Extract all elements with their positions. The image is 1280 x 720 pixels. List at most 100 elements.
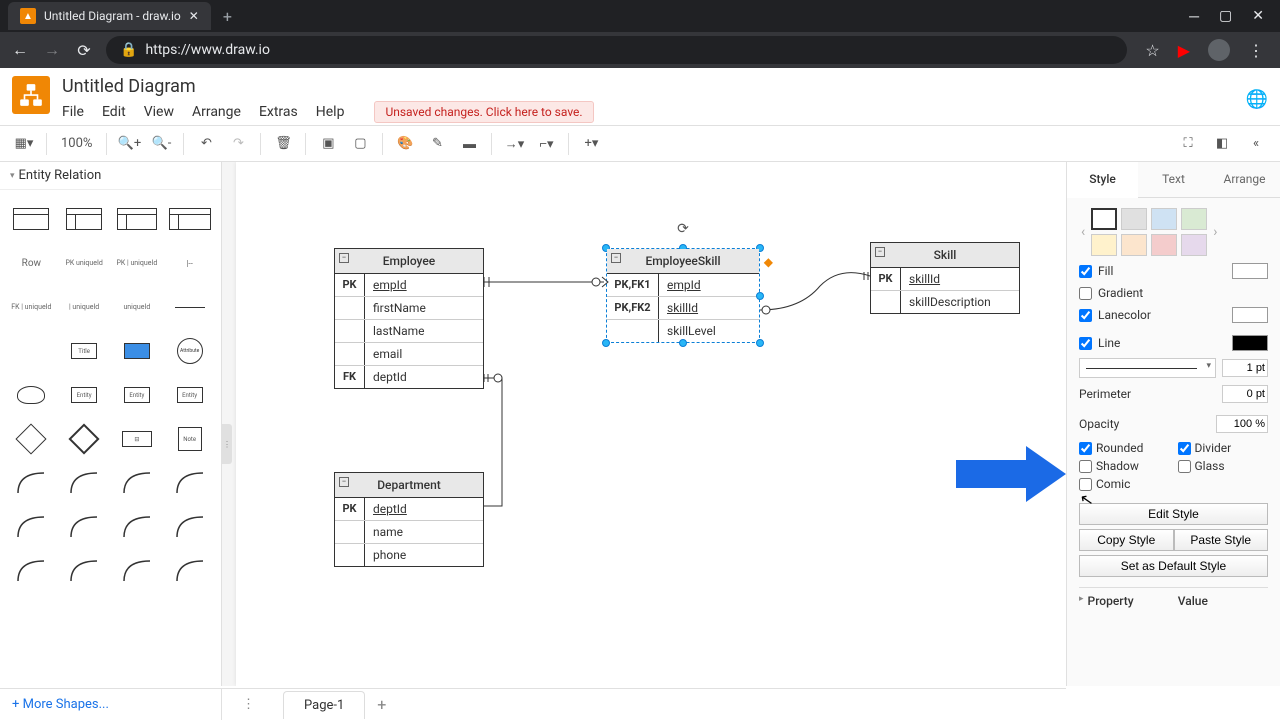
- shape-curve10[interactable]: [61, 552, 108, 590]
- browser-menu-icon[interactable]: ⋮: [1248, 41, 1264, 60]
- swatch-prev-icon[interactable]: ‹: [1079, 224, 1087, 240]
- set-default-style-button[interactable]: Set as Default Style: [1079, 555, 1268, 577]
- connection-icon[interactable]: →▾: [500, 130, 528, 158]
- shape-curve11[interactable]: [114, 552, 161, 590]
- menu-arrange[interactable]: Arrange: [192, 104, 241, 120]
- shape-row[interactable]: Row: [8, 244, 55, 282]
- zoom-level[interactable]: 100%: [55, 136, 98, 151]
- gradient-checkbox[interactable]: [1079, 287, 1092, 300]
- property-table-header[interactable]: Property Value: [1079, 587, 1268, 614]
- new-tab-button[interactable]: +: [211, 7, 244, 26]
- entity-skill[interactable]: −Skill PKskillId skillDescription: [870, 242, 1020, 314]
- shape-table[interactable]: [8, 200, 55, 238]
- shape-diamond2[interactable]: [61, 420, 108, 458]
- insert-icon[interactable]: +▾: [577, 130, 605, 158]
- shape-curve2[interactable]: [61, 464, 108, 502]
- swatch[interactable]: [1121, 234, 1147, 256]
- lanecolor-checkbox[interactable]: [1079, 309, 1092, 322]
- view-dropdown-icon[interactable]: ▦▾: [10, 130, 38, 158]
- shape-entity-box[interactable]: Entity: [61, 376, 108, 414]
- tab-close-icon[interactable]: ✕: [189, 9, 199, 23]
- resize-handle[interactable]: [602, 339, 610, 347]
- nav-back-icon[interactable]: ←: [10, 40, 30, 60]
- line-color-chip[interactable]: [1232, 335, 1268, 351]
- swatch[interactable]: [1121, 208, 1147, 230]
- tab-arrange[interactable]: Arrange: [1209, 162, 1280, 197]
- shape-curve6[interactable]: [61, 508, 108, 546]
- line-style-select[interactable]: [1079, 358, 1216, 378]
- shape-row-line[interactable]: | uniqueId: [61, 288, 108, 326]
- resize-handle[interactable]: [756, 339, 764, 347]
- glass-checkbox[interactable]: [1178, 460, 1191, 473]
- fullscreen-icon[interactable]: ⛶: [1174, 130, 1202, 158]
- zoom-in-icon[interactable]: 🔍+: [115, 130, 143, 158]
- line-checkbox[interactable]: [1079, 337, 1092, 350]
- sidebar-collapse-handle[interactable]: ⋮: [222, 424, 232, 464]
- opacity-input[interactable]: [1216, 415, 1268, 433]
- shape-box-split[interactable]: ⊟: [114, 420, 161, 458]
- shape-title-box[interactable]: Title: [61, 332, 108, 370]
- zoom-out-icon[interactable]: 🔍-: [147, 130, 175, 158]
- collapse-icon[interactable]: −: [611, 253, 621, 263]
- bookmark-star-icon[interactable]: ☆: [1145, 41, 1159, 60]
- shape-row-short[interactable]: |--: [166, 244, 213, 282]
- shape-row-key[interactable]: PK uniqueId: [61, 244, 108, 282]
- menu-extras[interactable]: Extras: [259, 104, 298, 120]
- shape-table-wide[interactable]: [166, 200, 213, 238]
- shape-title-blue[interactable]: [114, 332, 161, 370]
- entity-department[interactable]: −Department PKdeptId name phone: [334, 472, 484, 567]
- shape-curve8[interactable]: [166, 508, 213, 546]
- url-field[interactable]: 🔒 https://www.draw.io: [106, 36, 1127, 64]
- selection-add-icon[interactable]: ◆: [764, 255, 773, 269]
- shape-cloud[interactable]: [8, 376, 55, 414]
- collapse-icon[interactable]: −: [339, 253, 349, 263]
- sidebar-section-header[interactable]: Entity Relation: [0, 162, 221, 190]
- swatch[interactable]: [1091, 234, 1117, 256]
- shape-curve9[interactable]: [8, 552, 55, 590]
- resize-handle[interactable]: [679, 339, 687, 347]
- shape-curve5[interactable]: [8, 508, 55, 546]
- redo-icon[interactable]: ↷: [224, 130, 252, 158]
- document-title[interactable]: Untitled Diagram: [62, 76, 594, 97]
- fill-color-chip[interactable]: [1232, 263, 1268, 279]
- browser-tab[interactable]: ▲ Untitled Diagram - draw.io ✕: [8, 2, 211, 30]
- swatch[interactable]: [1181, 234, 1207, 256]
- profile-avatar[interactable]: [1208, 39, 1230, 61]
- swatch[interactable]: [1151, 208, 1177, 230]
- shape-diamond[interactable]: [8, 420, 55, 458]
- shape-row-fk[interactable]: FK | uniqueId: [8, 288, 55, 326]
- to-front-icon[interactable]: ▣: [314, 130, 342, 158]
- shadow-checkbox[interactable]: [1079, 460, 1092, 473]
- undo-icon[interactable]: ↶: [192, 130, 220, 158]
- tab-style[interactable]: Style: [1067, 162, 1138, 198]
- swatch[interactable]: [1151, 234, 1177, 256]
- shape-attribute-circle[interactable]: Attribute: [166, 332, 213, 370]
- shape-hline[interactable]: [166, 288, 213, 326]
- shape-curve1[interactable]: [8, 464, 55, 502]
- shape-table-2col[interactable]: [114, 200, 161, 238]
- shadow-icon[interactable]: ▬: [455, 130, 483, 158]
- swatch[interactable]: [1181, 208, 1207, 230]
- window-close-icon[interactable]: ✕: [1252, 8, 1264, 25]
- shape-empty[interactable]: [8, 332, 55, 370]
- tab-text[interactable]: Text: [1138, 162, 1209, 197]
- nav-reload-icon[interactable]: ⟳: [74, 41, 94, 60]
- shape-table-col[interactable]: [61, 200, 108, 238]
- shape-note[interactable]: Note: [166, 420, 213, 458]
- page-menu-icon[interactable]: ⋮: [234, 697, 263, 712]
- add-page-button[interactable]: +: [365, 695, 398, 714]
- to-back-icon[interactable]: ▢: [346, 130, 374, 158]
- resize-handle[interactable]: [756, 292, 764, 300]
- line-color-icon[interactable]: ✎: [423, 130, 451, 158]
- menu-file[interactable]: File: [62, 104, 84, 120]
- collapse-icon[interactable]: −: [875, 247, 885, 257]
- window-maximize-icon[interactable]: ▢: [1219, 8, 1232, 25]
- menu-edit[interactable]: Edit: [102, 104, 126, 120]
- language-globe-icon[interactable]: 🌐: [1246, 89, 1268, 110]
- waypoint-icon[interactable]: ⌐▾: [532, 130, 560, 158]
- shape-curve3[interactable]: [114, 464, 161, 502]
- menu-help[interactable]: Help: [316, 104, 345, 120]
- line-width-input[interactable]: [1222, 359, 1268, 377]
- entity-employee[interactable]: −Employee PKempId firstName lastName ema…: [334, 248, 484, 389]
- app-logo[interactable]: [12, 76, 50, 114]
